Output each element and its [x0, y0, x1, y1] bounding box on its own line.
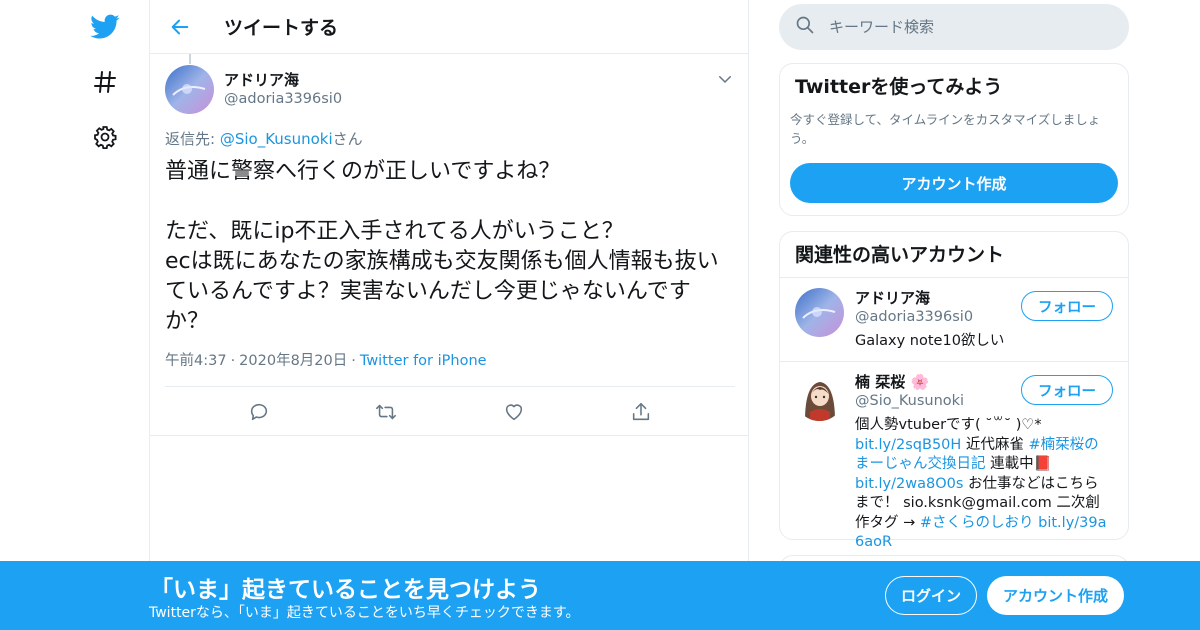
page-header: ツイートする	[150, 0, 748, 54]
author-name[interactable]: アドリア海	[224, 70, 342, 90]
thread-line	[189, 54, 191, 64]
related-accounts-card: 関連性の高いアカウント アドリア海 @adoria3396si0 Galaxy …	[779, 231, 1129, 550]
login-button[interactable]: ログイン	[885, 576, 977, 615]
chevron-down-icon[interactable]	[716, 70, 734, 88]
avatar[interactable]	[795, 288, 844, 337]
main-column: ツイートする アドリア海 @adoria3396si0 返信先: @Sio_Ku…	[149, 0, 749, 630]
cherry-blossom-icon: 🌸	[910, 373, 930, 391]
signup-banner: 「いま」起きていることを見つけよう Twitterなら、「いま」起きていることを…	[0, 561, 1200, 630]
hashtag-icon[interactable]	[90, 67, 120, 97]
bio-link[interactable]: bit.ly/2sqB50H	[855, 437, 961, 453]
bio-text: 連載中	[985, 456, 1034, 472]
reply-prefix: 返信先:	[165, 130, 220, 148]
signup-card: Twitterを使ってみよう 今すぐ登録して、タイムラインをカスタマイズしましょ…	[779, 63, 1129, 216]
back-arrow-icon[interactable]	[150, 0, 210, 54]
signup-card-desc: 今すぐ登録して、タイムラインをカスタマイズしましょう。	[790, 112, 1101, 146]
related-title: 関連性の高いアカウント	[780, 232, 1128, 278]
account-bio: Galaxy note10欲しい	[855, 333, 1005, 349]
book-icon: 📕	[1033, 456, 1052, 472]
bio-hashtag[interactable]: #さくらのしおり	[920, 515, 1034, 531]
banner-headline: 「いま」起きていることを見つけよう	[150, 577, 541, 603]
tweet-source-link[interactable]: Twitter for iPhone	[360, 353, 487, 369]
share-icon[interactable]	[627, 398, 655, 426]
tweet-actions	[165, 386, 735, 436]
tweet-text: 普通に警察へ行くのが正しいですよね？ ただ、既にip不正入手されてる人がいうこと…	[165, 159, 719, 334]
search-input[interactable]	[829, 18, 1089, 36]
tweet-meta: 午前4:37 · 2020年8月20日 · Twitter for iPhone	[165, 353, 487, 369]
page-title: ツイートする	[224, 17, 339, 39]
retweet-icon[interactable]	[372, 398, 400, 426]
author-handle[interactable]: @adoria3396si0	[224, 90, 342, 109]
account-item[interactable]: アドリア海 @adoria3396si0 Galaxy note10欲しい フォ…	[780, 278, 1128, 361]
account-bio: 個人勢vtuberです( ˘꒳˘ )♡* bit.ly/2sqB50H 近代麻雀 …	[855, 416, 1113, 553]
account-item[interactable]: 楠 栞桜 🌸 @Sio_Kusunoki 個人勢vtuberです( ˘꒳˘ )♡…	[780, 361, 1128, 553]
bio-text: 近代麻雀	[961, 436, 1029, 453]
bio-text: 個人勢vtuberです( ˘꒳˘ )♡*	[855, 417, 1042, 433]
tweet-date[interactable]: 2020年8月20日	[239, 353, 347, 369]
avatar[interactable]	[165, 64, 214, 114]
follow-button[interactable]: フォロー	[1021, 375, 1113, 405]
like-icon[interactable]	[500, 398, 528, 426]
search-icon	[795, 15, 815, 39]
tweet-author: アドリア海 @adoria3396si0	[165, 64, 733, 114]
reply-suffix: さん	[332, 130, 363, 148]
follow-button[interactable]: フォロー	[1021, 291, 1113, 321]
gear-icon[interactable]	[90, 122, 120, 152]
left-nav	[0, 0, 150, 630]
tweet: アドリア海 @adoria3396si0 返信先: @Sio_Kusunokiさ…	[150, 54, 748, 436]
bio-link[interactable]: bit.ly/2wa8O0s	[855, 476, 963, 492]
avatar[interactable]	[795, 372, 844, 421]
signup-button[interactable]: アカウント作成	[987, 576, 1124, 615]
signup-card-title: Twitterを使ってみよう	[795, 76, 1003, 98]
banner-subtext: Twitterなら、「いま」起きていることをいち早くチェックできます。	[149, 605, 580, 621]
account-name[interactable]: 楠 栞桜	[855, 373, 905, 391]
twitter-bird-icon[interactable]	[90, 12, 120, 42]
reply-icon[interactable]	[245, 398, 273, 426]
reply-target-link[interactable]: @Sio_Kusunoki	[220, 130, 333, 148]
reply-context: 返信先: @Sio_Kusunokiさん	[165, 128, 733, 149]
create-account-button[interactable]: アカウント作成	[790, 163, 1118, 203]
search-box[interactable]	[779, 4, 1129, 50]
tweet-time[interactable]: 午前4:37	[165, 353, 227, 369]
